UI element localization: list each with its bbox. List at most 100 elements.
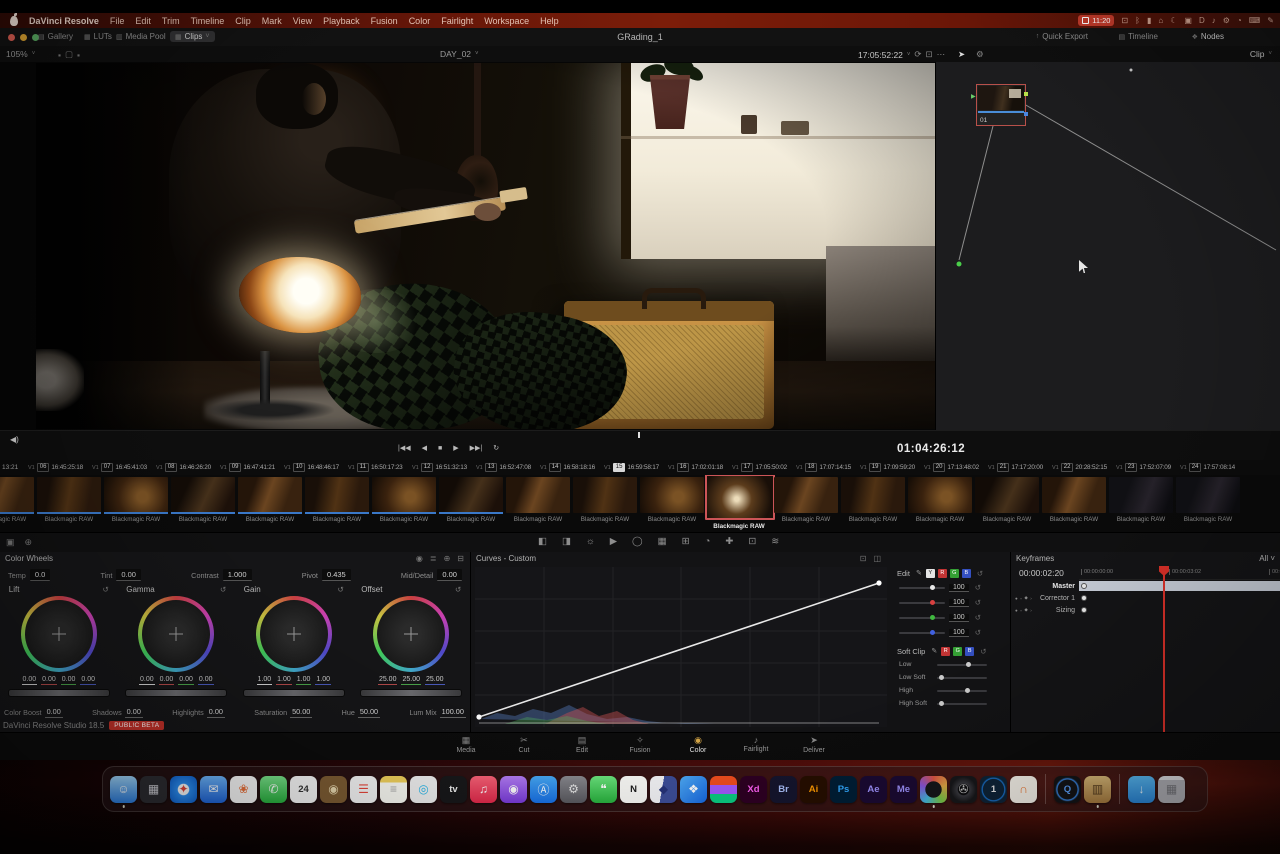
corrector-node[interactable]: 01 ▶ <box>971 84 1028 126</box>
menu-davinci-resolve[interactable]: DaVinci Resolve <box>29 16 99 26</box>
timeline-clip-marker[interactable]: V1 13 16:52:47:08 <box>476 460 540 472</box>
dock-quicktime-icon[interactable]: Q <box>1054 775 1081 803</box>
dock-system-settings-icon[interactable]: ⚙ <box>560 775 587 803</box>
adjustment-value[interactable]: 0.435 <box>321 569 351 581</box>
curve-hist-icon[interactable]: ◫ <box>873 554 881 563</box>
timeline-clip-marker[interactable]: V1 18 17:07:14:15 <box>796 460 860 472</box>
pencil-icon[interactable]: ✎ <box>1267 16 1274 25</box>
dock-reminders-icon[interactable]: ☰ <box>350 775 377 803</box>
dock-shortcuts-icon[interactable]: ❖ <box>680 775 707 803</box>
row-track[interactable] <box>1079 593 1280 603</box>
page-tab-fairlight[interactable]: ♪ Fairlight <box>730 735 782 754</box>
footer-value[interactable]: 100.00 <box>439 707 466 718</box>
dock-photos-icon[interactable]: ❀ <box>230 775 257 803</box>
loop-icon[interactable]: ⟳ <box>914 49 921 60</box>
play-button[interactable]: ▶ <box>453 444 458 452</box>
wheel-value[interactable]: 0.00 <box>41 676 57 685</box>
page-tab-color[interactable]: ◉ Color <box>672 735 724 754</box>
dock-capture-one-icon[interactable]: 1 <box>980 775 1007 803</box>
nodes-button[interactable]: ❖ Nodes <box>1192 32 1224 41</box>
wheel-value[interactable]: 0.00 <box>21 676 38 685</box>
zoom-in-icon[interactable]: ⊕ <box>444 554 451 563</box>
clip-thumbnail[interactable]: Blackmagic RAW <box>0 477 34 530</box>
split-screen-icon[interactable]: ◨ <box>562 536 571 547</box>
page-tab-edit[interactable]: ▤ Edit <box>556 735 608 754</box>
dock-unarchiver-icon[interactable]: ▥ <box>1084 775 1111 808</box>
soft-slider[interactable] <box>937 687 987 693</box>
adjustment-pivot[interactable]: Pivot 0.435 <box>302 567 351 583</box>
wheel-value[interactable]: 25.00 <box>425 676 445 685</box>
timeline-clip-marker[interactable]: V1 08 16:46:26:20 <box>156 460 220 472</box>
reset-icon[interactable]: ↺ <box>977 569 983 578</box>
dock-notes-icon[interactable]: ≡ <box>380 775 407 803</box>
clip-thumbnail[interactable]: Blackmagic RAW <box>372 477 436 530</box>
footer-hue[interactable]: Hue 50.00 <box>342 707 381 718</box>
page-tab-media[interactable]: ▦ Media <box>440 735 492 754</box>
clip-thumbnail[interactable]: Blackmagic RAW <box>506 477 570 530</box>
clip-thumbnail[interactable]: Blackmagic RAW <box>1042 477 1106 530</box>
adjustment-value[interactable]: 0.0 <box>29 569 51 581</box>
dock-messages-icon[interactable]: ❝ <box>590 775 617 803</box>
keyframe-row-master[interactable]: Master <box>1011 580 1280 592</box>
stop-button[interactable]: ■ <box>438 445 442 452</box>
menu-help[interactable]: Help <box>540 16 559 26</box>
sound-icon[interactable]: ♪ <box>1212 16 1216 25</box>
reset-icon[interactable]: ↺ <box>220 585 226 594</box>
channel-slider[interactable] <box>899 614 945 620</box>
keyframe-dot-icon[interactable] <box>1081 583 1087 589</box>
last-frame-button[interactable]: ▶▶| <box>470 444 483 452</box>
dock-davinci-resolve-icon[interactable] <box>920 775 947 808</box>
page-tab-cut[interactable]: ✂ Cut <box>498 735 550 754</box>
timeline-ruler[interactable]: 13:21 V1 06 16:45:25:18 V1 07 16:45:41:03 V1 08… <box>0 460 1280 475</box>
soft-channel-g-button[interactable]: G <box>953 646 963 656</box>
key-icon[interactable]: ✚ <box>725 536 733 547</box>
clip-thumbnail[interactable]: Blackmagic RAW <box>238 477 302 530</box>
timeline-clip-marker[interactable]: V1 06 16:45:25:18 <box>28 460 92 472</box>
reset-icon[interactable]: ↺ <box>975 598 981 607</box>
bluetooth-icon[interactable]: ᛒ <box>1135 16 1140 25</box>
adjustment-contrast[interactable]: Contrast 1.000 <box>191 567 252 583</box>
clip-thumbnail[interactable]: Blackmagic RAW <box>1109 477 1173 530</box>
channel-b-button[interactable]: B <box>961 568 971 578</box>
display-mirror-icon[interactable]: ⊡ <box>1121 16 1128 25</box>
gear-icon[interactable]: ⚙ <box>1223 16 1230 25</box>
more-icon[interactable]: ⋯ <box>937 49 946 60</box>
timeline-select[interactable]: DAY_02 ˅ <box>440 49 479 59</box>
wheel-value[interactable]: 1.00 <box>256 676 273 685</box>
dock-mail-icon[interactable]: ✉ <box>200 775 227 803</box>
footer-shadows[interactable]: Shadows 0.00 <box>92 707 143 718</box>
dock-trash-icon[interactable]: ▦ <box>1158 775 1185 803</box>
add-node-icon[interactable]: ⊕ <box>25 537 33 548</box>
apple-menu-icon[interactable] <box>10 12 18 26</box>
window-icon[interactable]: ▣ <box>1184 16 1192 25</box>
wheel-value[interactable]: 0.00 <box>60 676 77 685</box>
wheel-value[interactable]: 1.00 <box>276 676 292 685</box>
keyframe-playhead[interactable] <box>1163 568 1165 732</box>
color-wheel-control[interactable] <box>373 596 450 672</box>
dock-fox-app-icon[interactable]: ∩ <box>1010 775 1037 803</box>
clip-thumbnail[interactable]: Blackmagic RAW <box>705 475 775 530</box>
reset-icon[interactable]: ↺ <box>975 613 981 622</box>
dock-adobe-after-effects-icon[interactable]: Ae <box>860 775 887 803</box>
wheel-value[interactable]: 0.00 <box>139 676 155 685</box>
reset-icon[interactable]: ↺ <box>455 585 461 594</box>
soft-slider[interactable] <box>937 700 987 706</box>
gang-link-icon[interactable]: ✎ <box>916 569 922 577</box>
row-track[interactable] <box>1079 605 1280 615</box>
tracker-icon[interactable]: ⊞ <box>682 536 690 547</box>
reset-icon[interactable]: ↺ <box>102 585 108 594</box>
menu-timeline[interactable]: Timeline <box>191 16 225 26</box>
channel-value[interactable]: 100 <box>949 613 969 622</box>
dock-app-store-icon[interactable]: Ⓐ <box>530 775 557 803</box>
page-tab-deliver[interactable]: ➤ Deliver <box>788 735 840 754</box>
viewer-timecode[interactable]: 17:05:52:22 <box>858 50 903 60</box>
node-graph[interactable]: 01 ▶ <box>935 62 1280 430</box>
timeline-clip-marker[interactable]: V1 17 17:05:50:02 <box>732 460 796 472</box>
settings-dots-icon[interactable]: ⊟ <box>457 554 464 563</box>
menu-clip[interactable]: Clip <box>235 16 251 26</box>
timeline-clip-marker[interactable]: V1 15 16:59:58:17 <box>604 460 668 472</box>
image-wipe-icon[interactable]: ◧ <box>538 536 547 547</box>
clock-icon[interactable]: ◔ <box>1237 16 1242 25</box>
play-reverse-button[interactable]: ◀ <box>422 444 427 452</box>
channel-slider[interactable] <box>899 629 945 635</box>
